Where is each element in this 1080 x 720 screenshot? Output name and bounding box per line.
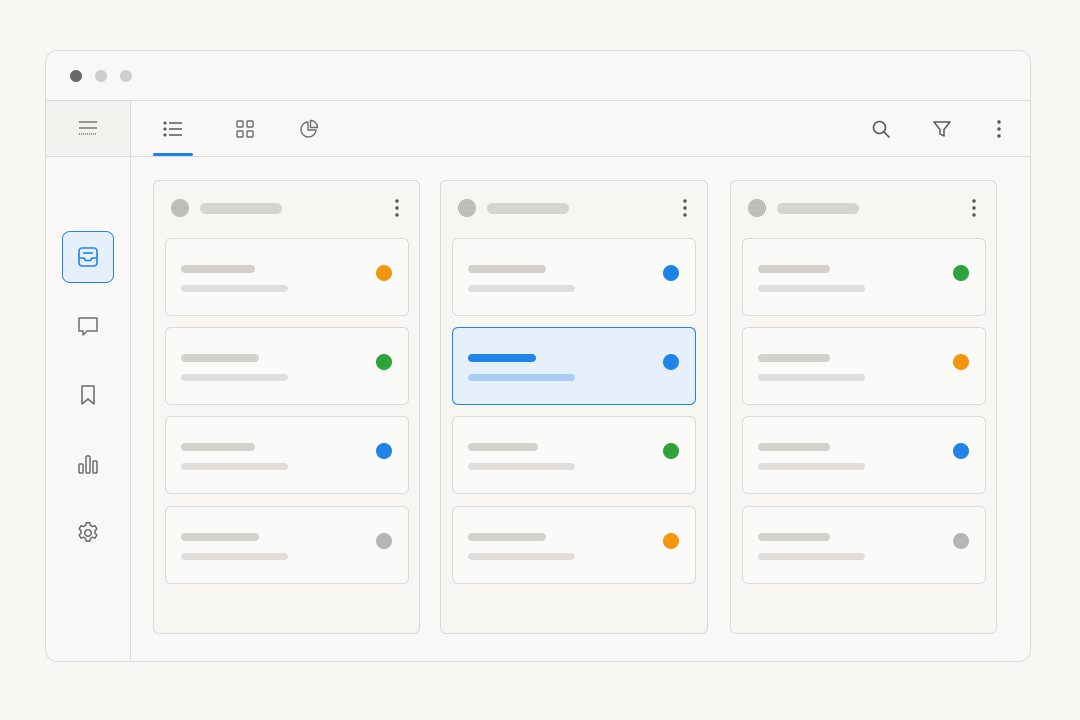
card-subtitle-placeholder: [468, 374, 575, 381]
vertical-dots-icon: [683, 199, 687, 217]
search-button[interactable]: [861, 109, 901, 149]
sidebar: [46, 101, 131, 661]
title-bar: [46, 51, 1030, 101]
vertical-dots-icon: [395, 199, 399, 217]
grid-icon: [236, 120, 254, 138]
window-close-button[interactable]: [70, 70, 82, 82]
toolbar: [131, 101, 1030, 157]
card-title-placeholder: [758, 354, 830, 362]
filter-icon: [932, 119, 952, 139]
task-card[interactable]: [742, 506, 986, 584]
list-icon: [163, 121, 183, 137]
status-dot: [376, 533, 392, 549]
window-minimize-button[interactable]: [95, 70, 107, 82]
status-dot: [663, 265, 679, 281]
column-avatar: [171, 199, 189, 217]
card-subtitle-placeholder: [468, 553, 575, 560]
board-column: [440, 180, 708, 634]
card-title-placeholder: [758, 443, 830, 451]
vertical-dots-icon: [972, 199, 976, 217]
gear-icon: [75, 520, 101, 546]
card-title-placeholder: [468, 533, 546, 541]
card-title-placeholder: [181, 265, 255, 273]
hamburger-icon[interactable]: [76, 116, 100, 140]
sidebar-item-analytics[interactable]: [62, 438, 114, 490]
sidebar-header: [46, 101, 130, 157]
status-dot: [953, 443, 969, 459]
task-card[interactable]: [165, 238, 409, 316]
card-subtitle-placeholder: [181, 374, 288, 381]
card-title-placeholder: [758, 265, 830, 273]
column-menu-button[interactable]: [673, 196, 697, 220]
card-title-placeholder: [181, 443, 255, 451]
task-card-selected[interactable]: [452, 327, 696, 405]
chat-bubble-icon: [76, 314, 100, 338]
pie-chart-icon: [299, 119, 319, 139]
task-card[interactable]: [165, 327, 409, 405]
card-subtitle-placeholder: [181, 463, 288, 470]
card-title-placeholder: [468, 443, 538, 451]
card-subtitle-placeholder: [758, 463, 865, 470]
card-title-placeholder: [468, 354, 536, 362]
task-card[interactable]: [165, 506, 409, 584]
sidebar-item-settings[interactable]: [62, 507, 114, 559]
status-dot: [376, 443, 392, 459]
card-title-placeholder: [181, 533, 259, 541]
task-card[interactable]: [165, 416, 409, 494]
status-dot: [663, 354, 679, 370]
card-subtitle-placeholder: [468, 463, 575, 470]
status-dot: [376, 265, 392, 281]
column-title-placeholder: [200, 203, 282, 214]
status-dot: [376, 354, 392, 370]
bookmark-icon: [76, 383, 100, 407]
status-dot: [953, 533, 969, 549]
window-maximize-button[interactable]: [120, 70, 132, 82]
status-dot: [663, 533, 679, 549]
sidebar-item-messages[interactable]: [62, 300, 114, 352]
vertical-dots-icon: [996, 119, 1002, 139]
card-subtitle-placeholder: [758, 374, 865, 381]
card-title-placeholder: [181, 354, 259, 362]
task-card[interactable]: [452, 506, 696, 584]
card-subtitle-placeholder: [758, 285, 865, 292]
status-dot: [663, 443, 679, 459]
card-title-placeholder: [758, 533, 830, 541]
board-column: [730, 180, 997, 634]
column-menu-button[interactable]: [962, 196, 986, 220]
more-options-button[interactable]: [979, 109, 1019, 149]
tab-list-view[interactable]: [153, 109, 193, 149]
card-subtitle-placeholder: [758, 553, 865, 560]
column-avatar: [748, 199, 766, 217]
app-window: [45, 50, 1031, 662]
sidebar-item-bookmarks[interactable]: [62, 369, 114, 421]
active-tab-indicator: [153, 153, 193, 156]
column-avatar: [458, 199, 476, 217]
column-title-placeholder: [777, 203, 859, 214]
board-column: [153, 180, 420, 634]
task-card[interactable]: [742, 238, 986, 316]
task-card[interactable]: [452, 238, 696, 316]
task-card[interactable]: [452, 416, 696, 494]
tab-chart-view[interactable]: [289, 109, 329, 149]
sidebar-item-inbox[interactable]: [62, 231, 114, 283]
inbox-tray-icon: [76, 245, 100, 269]
card-subtitle-placeholder: [181, 285, 288, 292]
card-subtitle-placeholder: [468, 285, 575, 292]
bar-chart-icon: [76, 452, 100, 476]
card-subtitle-placeholder: [181, 553, 288, 560]
column-title-placeholder: [487, 203, 569, 214]
task-card[interactable]: [742, 416, 986, 494]
status-dot: [953, 354, 969, 370]
card-title-placeholder: [468, 265, 546, 273]
filter-button[interactable]: [922, 109, 962, 149]
search-icon: [871, 119, 891, 139]
column-menu-button[interactable]: [385, 196, 409, 220]
tab-grid-view[interactable]: [225, 109, 265, 149]
status-dot: [953, 265, 969, 281]
task-card[interactable]: [742, 327, 986, 405]
